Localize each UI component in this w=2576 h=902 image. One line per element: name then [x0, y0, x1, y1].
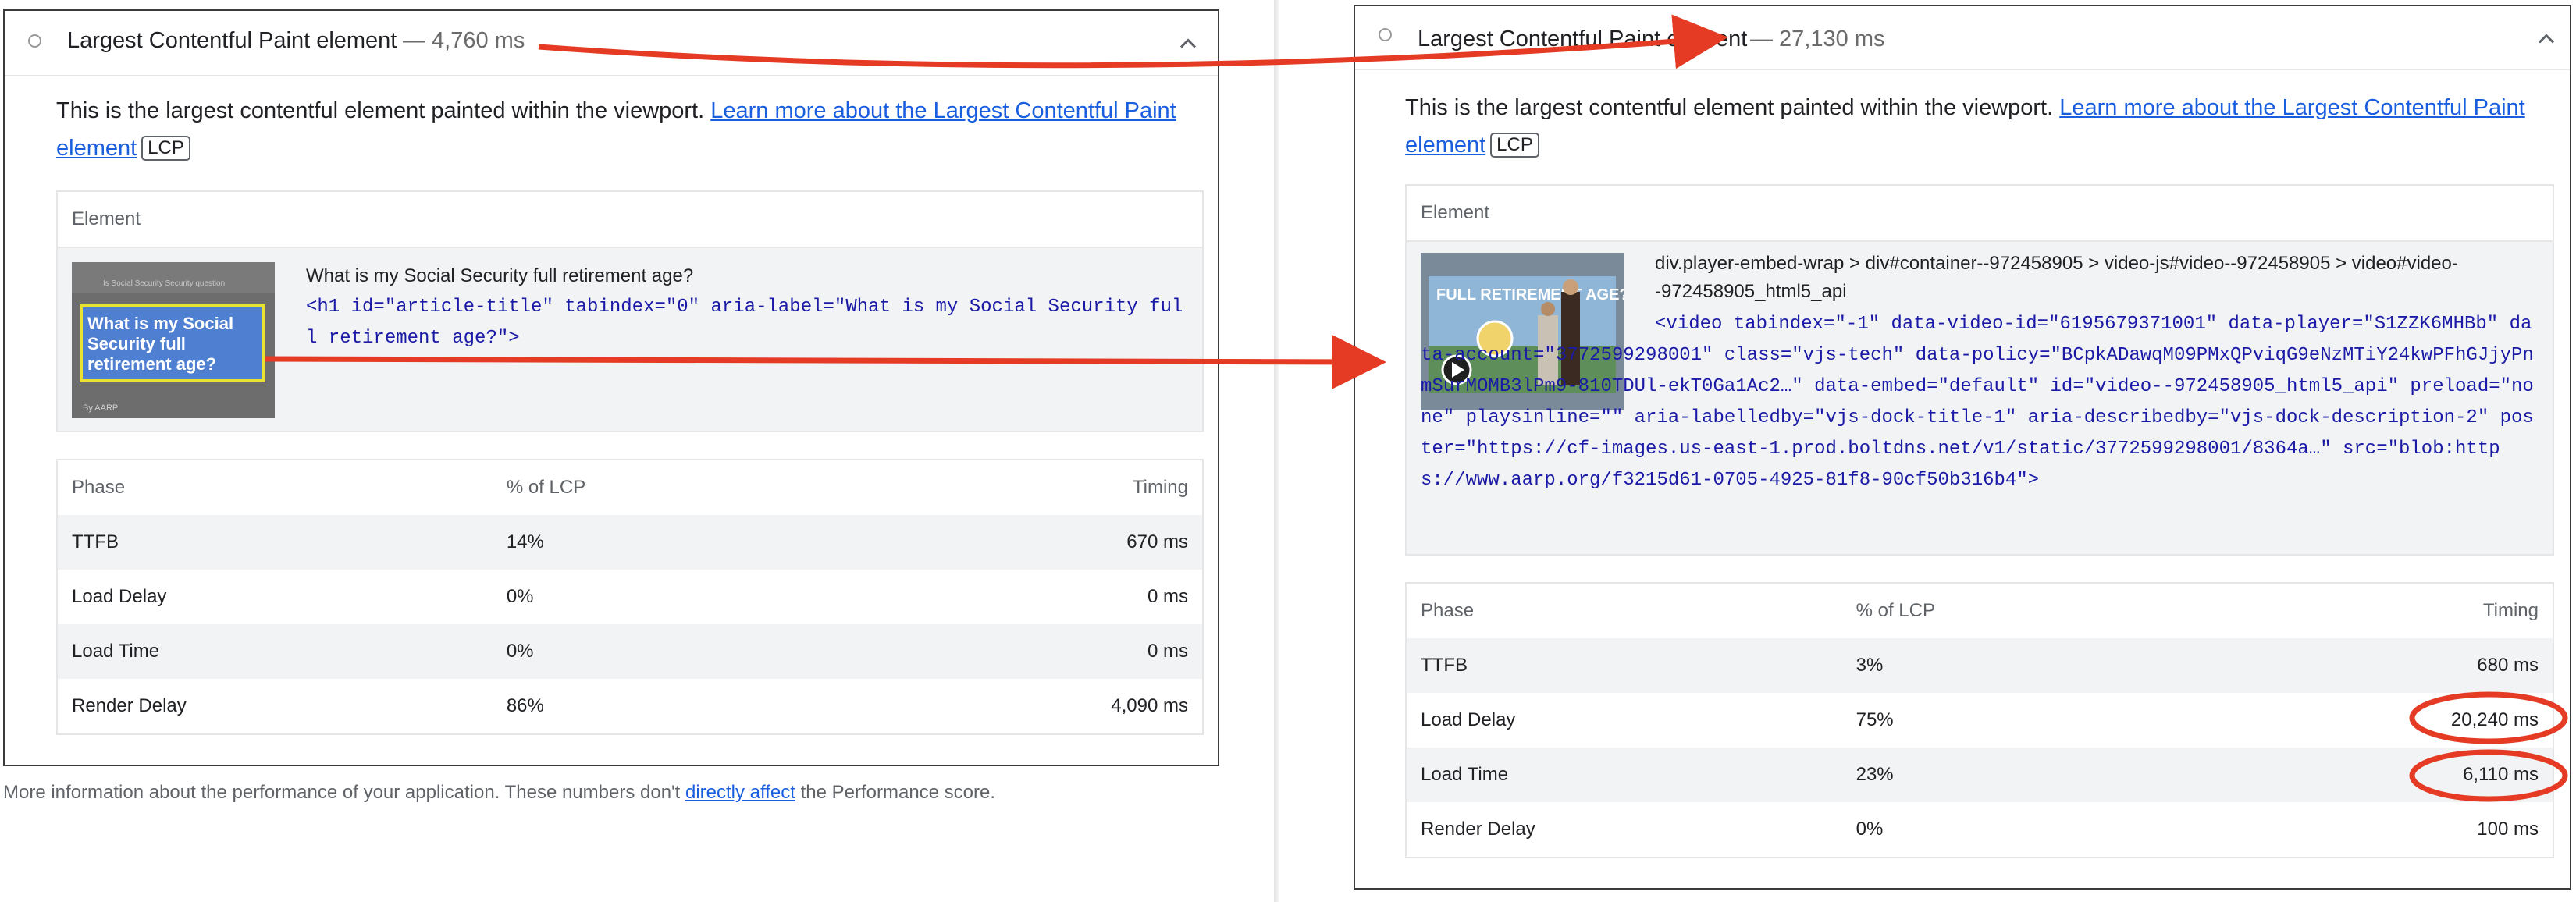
element-body: Is Social Security Security question Wha… — [58, 248, 1202, 431]
footnote: More information about the performance o… — [3, 782, 995, 804]
phase-cell: Render Delay — [72, 695, 187, 716]
percent-cell: 14% — [492, 515, 837, 570]
footnote-text-end: the Performance score. — [795, 782, 996, 803]
percent-cell: 0% — [492, 624, 837, 679]
audit-header[interactable]: Largest Contentful Paint element — 27,13… — [1355, 6, 2570, 70]
percent-cell: 86% — [506, 695, 544, 716]
thumb-headline: FULL RETIREMENT AGE? — [1436, 286, 1624, 304]
phase-cell: Load Delay — [1421, 709, 1516, 730]
thumb-byline: By AARP — [83, 403, 118, 413]
phase-table: Phase% of LCP Timing TTFB 3% 680 ms Load Dela… — [1405, 582, 2554, 858]
timing-cell: 20,240 ms — [2450, 709, 2539, 730]
column-header: Timing — [1132, 477, 1188, 498]
audit-value: — 4,760 ms — [403, 28, 525, 53]
element-box: Element Is Social Security Security ques… — [56, 190, 1204, 432]
timing-cell: 6,110 ms — [2186, 748, 2553, 802]
column-header: % of LCP — [506, 477, 586, 498]
table-row: Render Delay 86% 4,090 ms — [57, 679, 1203, 734]
phase-table-header: Phase % of LCP Timing — [57, 460, 1203, 515]
lcp-badge: LCP — [141, 136, 190, 161]
table-row: Load Delay 0% 0 ms — [57, 570, 1203, 624]
percent-cell: 75% — [1856, 709, 1894, 730]
percent-cell: 0% — [506, 586, 534, 607]
timing-cell: 670 ms — [836, 515, 1203, 570]
lcp-audit-left: Largest Contentful Paint element — 4,760… — [3, 9, 1219, 766]
column-header: % of LCP — [1856, 600, 1935, 621]
element-box: Element FULL RETIREMENT AGE? div.player-… — [1405, 184, 2554, 556]
element-thumbnail: Is Social Security Security question Wha… — [72, 262, 275, 418]
table-row: Load Delay 75% 20,240 ms — [1406, 693, 2553, 748]
phase-table: Phase% of LCP Timing TTFB 14% 670 ms Load Del… — [56, 459, 1204, 735]
audit-title: Largest Contentful Paint element — [1418, 27, 1748, 51]
window-divider — [1274, 0, 1279, 902]
description-text: This is the largest contentful element p… — [1405, 95, 2060, 120]
svg-text:Security full: Security full — [87, 334, 186, 353]
element-body: FULL RETIREMENT AGE? div.player-embed-wr… — [1407, 242, 2553, 554]
thumb-top-text: Is Social Security Security question — [103, 279, 225, 288]
element-selector: div.player-embed-wrap > div#container--9… — [1655, 253, 2458, 302]
radio-icon — [1379, 28, 1392, 41]
table-row: TTFB 14% 670 ms — [57, 515, 1203, 570]
percent-cell: 23% — [1841, 748, 2186, 802]
element-header: Element — [58, 192, 1202, 248]
radio-icon — [28, 34, 41, 48]
table-row: Render Delay 0% 100 ms — [1406, 802, 2553, 858]
phase-cell: TTFB — [57, 515, 493, 570]
table-row: Load Time 23% 6,110 ms — [1406, 748, 2553, 802]
timing-cell: 4,090 ms — [1111, 695, 1188, 716]
column-header: Timing — [2482, 600, 2539, 621]
column-header: Phase — [72, 477, 126, 498]
audit-value: — 27,130 ms — [1750, 27, 1885, 51]
audit-title: Largest Contentful Paint element — [67, 28, 397, 53]
table-row: Load Time 0% 0 ms — [57, 624, 1203, 679]
snippet-text: What is my Social Security full retireme… — [306, 265, 694, 286]
phase-cell: Load Time — [57, 624, 493, 679]
directly-affect-link[interactable]: directly affect — [685, 782, 795, 803]
phase-cell: Load Delay — [72, 586, 167, 607]
phase-cell: Render Delay — [1421, 819, 1535, 840]
timing-cell: 680 ms — [2186, 638, 2553, 693]
phase-table-header: Phase % of LCP Timing — [1406, 583, 2553, 638]
timing-cell: 0 ms — [1147, 586, 1188, 607]
timing-cell: 100 ms — [2477, 819, 2539, 840]
chevron-up-icon[interactable] — [2532, 25, 2560, 53]
percent-cell: 0% — [1856, 819, 1884, 840]
phase-cell: Load Time — [1406, 748, 1842, 802]
column-header: Phase — [1421, 600, 1475, 621]
audit-header[interactable]: Largest Contentful Paint element — 4,760… — [5, 11, 1218, 76]
snippet-code: <h1 id="article-title" tabindex="0" aria… — [306, 297, 1183, 349]
phase-cell: TTFB — [1406, 638, 1842, 693]
footnote-text: More information about the performance o… — [3, 782, 685, 803]
audit-description: This is the largest contentful element p… — [1405, 89, 2529, 164]
lcp-audit-right: Largest Contentful Paint element — 27,13… — [1354, 5, 2571, 890]
svg-text:retirement age?: retirement age? — [87, 354, 216, 374]
lcp-badge: LCP — [1490, 133, 1539, 158]
svg-text:What is my Social: What is my Social — [87, 314, 233, 333]
timing-cell: 0 ms — [836, 624, 1203, 679]
description-text: This is the largest contentful element p… — [56, 98, 711, 123]
audit-description: This is the largest contentful element p… — [56, 92, 1180, 167]
snippet-code: <video tabindex="-1" data-video-id="6195… — [1421, 314, 2534, 491]
element-header: Element — [1407, 186, 2553, 242]
percent-cell: 3% — [1841, 638, 2186, 693]
table-row: TTFB 3% 680 ms — [1406, 638, 2553, 693]
chevron-up-icon[interactable] — [1174, 30, 1202, 58]
